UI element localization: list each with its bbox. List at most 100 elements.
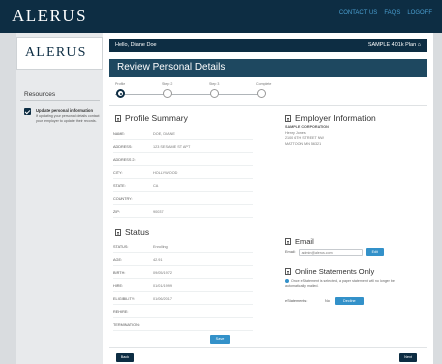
employer-line: 2100 6TH STREET NW [285, 136, 324, 140]
sidebar: ALERUS Resources Update personal informa… [16, 33, 103, 364]
field-value: HOLLYWOOD [153, 171, 178, 175]
save-button[interactable]: Save [210, 335, 230, 344]
section-divider [109, 105, 427, 106]
bottom-nav-bar [109, 347, 427, 364]
field-label: NAME: [113, 132, 126, 136]
row-divider [113, 330, 253, 331]
row-divider [113, 165, 253, 166]
next-button[interactable]: Next [399, 353, 417, 362]
decline-button[interactable]: Decline [335, 297, 364, 305]
step-label: Step 2 [162, 82, 173, 86]
field-label: STATUS: [113, 245, 129, 249]
email-heading: Email [285, 237, 314, 246]
page-title-bar: Review Personal Details [109, 59, 427, 77]
field-label: REHIRE: [113, 310, 129, 314]
info-icon [285, 279, 289, 284]
employer-line: MATTOON MN 56321 [285, 141, 322, 146]
home-icon[interactable]: ⌂ [418, 42, 421, 48]
field-label: ELIGIBILITY: [113, 297, 136, 301]
estatements-current-value: No [325, 299, 330, 303]
step-dot [257, 89, 266, 98]
progress-steps: Profile Step 2 Step 3 Complete [109, 82, 427, 102]
field-value: DOE, DIANE [153, 132, 175, 136]
employer-name: SAMPLE CORPORATION [285, 125, 329, 129]
resource-item-text: Update personal information If updating … [36, 108, 100, 124]
row-divider [113, 178, 253, 179]
steps-line [115, 94, 265, 95]
greeting-text: Hello, Diane Doe [115, 42, 157, 48]
row-divider [113, 291, 253, 292]
row-divider [113, 217, 253, 218]
field-label: STATE: [113, 184, 126, 188]
field-label: ADDRESS 2: [113, 158, 136, 162]
plan-selector[interactable]: SAMPLE 401k Plan ⌂ [368, 42, 421, 48]
employer-line: Henry Jones [285, 130, 306, 135]
online-statements-title: Online Statements Only [295, 267, 375, 276]
employer-details: SAMPLE CORPORATION Henry Jones 2100 6TH … [285, 125, 329, 147]
email-title: Email [295, 237, 314, 246]
faqs-link[interactable]: FAQS [384, 10, 400, 16]
logoff-link[interactable]: LOGOFF [407, 10, 432, 16]
field-value: 90037 [153, 210, 164, 214]
email-row: Email: admin@alerus.com Edit [285, 248, 384, 256]
resources-divider [20, 100, 100, 101]
field-label: BIRTH: [113, 271, 126, 275]
field-label: HIRE: [113, 284, 124, 288]
field-value: Enrolling [153, 245, 168, 249]
row-divider [113, 317, 253, 318]
document-icon [285, 268, 291, 275]
plan-name: SAMPLE 401k Plan [367, 42, 417, 48]
step-dot [163, 89, 172, 98]
page-title: Review Personal Details [117, 62, 226, 73]
field-label: ADDRESS: [113, 145, 133, 149]
row-divider [113, 152, 253, 153]
resources-title: Resources [24, 91, 56, 98]
top-links: CONTACT US FAQS LOGOFF [339, 10, 432, 16]
field-value: 01/01/1999 [153, 284, 173, 288]
field-value: 42.91 [153, 258, 163, 262]
field-value: CA [153, 184, 159, 188]
status-title: Status [125, 227, 150, 237]
estatements-row: eStatements: No Decline [285, 297, 364, 305]
edit-email-button[interactable]: Edit [365, 248, 384, 256]
document-icon [285, 114, 291, 122]
resource-item-title: Update personal information [36, 108, 94, 113]
employer-info-heading: Employer Information [285, 113, 376, 123]
back-button[interactable]: Back [116, 353, 134, 362]
checked-checkbox-icon[interactable] [24, 108, 31, 115]
profile-summary-heading: Profile Summary [115, 113, 188, 123]
field-label: AGE: [113, 258, 123, 262]
email-label: Email: [285, 250, 296, 254]
field-label: TERMINATION: [113, 323, 140, 327]
step-label: Complete [256, 82, 272, 86]
row-divider [113, 278, 253, 279]
row-divider [113, 204, 253, 205]
field-label: ZIP: [113, 210, 120, 214]
step-label: Step 3 [209, 82, 220, 86]
employer-info-title: Employer Information [295, 113, 376, 123]
row-divider [113, 139, 253, 140]
online-statements-heading: Online Statements Only [285, 267, 374, 276]
main-panel: Hello, Diane Doe SAMPLE 401k Plan ⌂ Revi… [103, 33, 433, 364]
field-label: COUNTRY: [113, 197, 133, 201]
statements-note: Once eStatement is selected, a paper sta… [285, 279, 405, 289]
greeting-bar: Hello, Diane Doe SAMPLE 401k Plan ⌂ [109, 39, 427, 52]
field-value: 01/06/2017 [153, 297, 173, 301]
field-label: CITY: [113, 171, 123, 175]
step-label: Profile [115, 82, 126, 86]
estatements-label: eStatements: [285, 299, 308, 303]
sidebar-brand-box: ALERUS [16, 37, 103, 70]
sidebar-brand-logo: ALERUS [25, 45, 87, 60]
document-icon [115, 114, 121, 122]
contact-us-link[interactable]: CONTACT US [339, 10, 377, 16]
document-icon [285, 238, 291, 245]
brand-logo[interactable]: ALERUS [12, 6, 87, 26]
top-nav-bar: ALERUS CONTACT US FAQS LOGOFF [0, 0, 442, 33]
statements-note-text: Once eStatement is selected, a paper sta… [285, 279, 395, 288]
row-divider [113, 191, 253, 192]
document-icon [115, 228, 121, 236]
step-dot [210, 89, 219, 98]
email-field[interactable]: admin@alerus.com [298, 248, 363, 256]
row-divider [113, 265, 253, 266]
field-value: 09/05/1972 [153, 271, 173, 275]
